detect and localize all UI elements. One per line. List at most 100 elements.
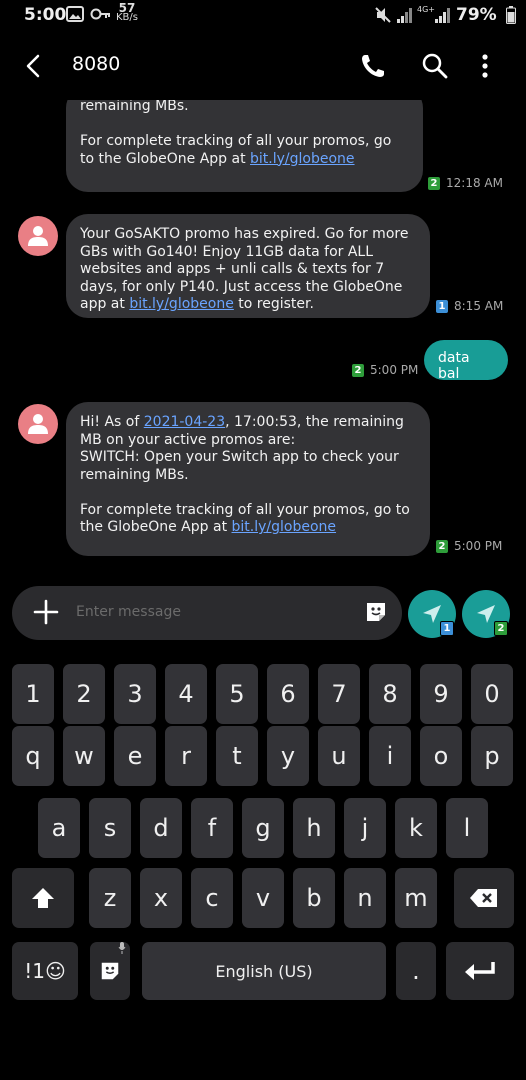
key-label: 9	[433, 680, 449, 708]
sim-badge: 2	[436, 539, 448, 553]
key-d[interactable]: d	[140, 798, 182, 858]
key-u[interactable]: u	[318, 726, 360, 786]
key-label: b	[306, 884, 322, 912]
key-p[interactable]: p	[471, 726, 513, 786]
key-label: i	[386, 742, 394, 770]
key-x[interactable]: x	[140, 868, 182, 928]
key-h[interactable]: h	[293, 798, 335, 858]
key-n[interactable]: n	[344, 868, 386, 928]
signal-icon	[397, 8, 412, 23]
key-label: j	[361, 814, 369, 842]
message-list[interactable]: remaining MBs. For complete tracking of …	[0, 100, 526, 572]
avatar[interactable]	[18, 404, 58, 444]
key-label: d	[153, 814, 169, 842]
key-label: q	[25, 742, 41, 770]
key-q[interactable]: q	[12, 726, 54, 786]
key-a[interactable]: a	[38, 798, 80, 858]
message-input[interactable]	[76, 600, 346, 624]
key-f[interactable]: f	[191, 798, 233, 858]
add-attachment-icon[interactable]	[32, 598, 60, 626]
phone-icon[interactable]	[358, 51, 388, 81]
key-m[interactable]: m	[395, 868, 437, 928]
signal-icon-2	[435, 8, 450, 23]
network-speed: 57 KB/s	[116, 2, 138, 23]
key-s[interactable]: s	[89, 798, 131, 858]
key-label: 7	[331, 680, 347, 708]
key-t[interactable]: t	[216, 726, 258, 786]
send-button-sim1[interactable]: 1	[408, 590, 456, 638]
message-text-part: Hi! As of	[80, 414, 144, 430]
key-9[interactable]: 9	[420, 664, 462, 724]
key-label: z	[103, 884, 117, 912]
battery-icon	[506, 6, 516, 24]
avatar[interactable]	[18, 216, 58, 256]
key-label: 3	[127, 680, 143, 708]
more-options-icon[interactable]	[470, 51, 500, 81]
key-label: m	[404, 884, 428, 912]
key-3[interactable]: 3	[114, 664, 156, 724]
sticker-icon[interactable]	[364, 600, 388, 624]
key-g[interactable]: g	[242, 798, 284, 858]
message-link[interactable]: bit.ly/globeone	[129, 296, 234, 312]
incoming-message-bubble[interactable]: remaining MBs. For complete tracking of …	[66, 100, 423, 192]
key-j[interactable]: j	[344, 798, 386, 858]
key-label: x	[153, 884, 169, 912]
key-label: a	[51, 814, 67, 842]
key-1[interactable]: 1	[12, 664, 54, 724]
key-label: r	[181, 742, 191, 770]
shift-key[interactable]	[12, 868, 74, 928]
message-meta: 2 5:00 PM	[352, 363, 418, 377]
key-4[interactable]: 4	[165, 664, 207, 724]
incoming-message-bubble[interactable]: Your GoSAKTO promo has expired. Go for m…	[66, 214, 430, 318]
key-y[interactable]: y	[267, 726, 309, 786]
key-label: p	[484, 742, 500, 770]
enter-key[interactable]	[446, 942, 514, 1000]
sim-badge: 1	[440, 621, 454, 636]
key-label: h	[306, 814, 322, 842]
message-time: 8:15 AM	[454, 299, 504, 313]
message-text: Your GoSAKTO promo has expired. Go for m…	[80, 226, 416, 314]
gallery-icon	[66, 6, 84, 22]
keyboard: 1234567890 qwertyuiop asdfghjkl zxcvbnm …	[0, 654, 526, 1080]
message-link[interactable]: bit.ly/globeone	[250, 151, 355, 167]
key-v[interactable]: v	[242, 868, 284, 928]
key-l[interactable]: l	[446, 798, 488, 858]
message-meta: 1 8:15 AM	[436, 299, 503, 313]
key-c[interactable]: c	[191, 868, 233, 928]
message-time: 5:00 PM	[454, 539, 503, 553]
search-icon[interactable]	[420, 51, 450, 81]
key-e[interactable]: e	[114, 726, 156, 786]
period-key-label: .	[412, 957, 420, 985]
key-b[interactable]: b	[293, 868, 335, 928]
key-k[interactable]: k	[395, 798, 437, 858]
message-date-link[interactable]: 2021-04-23	[144, 414, 225, 430]
key-r[interactable]: r	[165, 726, 207, 786]
sim-badge: 1	[436, 299, 448, 313]
outgoing-message-bubble[interactable]: data bal	[424, 340, 508, 382]
backspace-key[interactable]	[454, 868, 514, 928]
key-z[interactable]: z	[89, 868, 131, 928]
sim-badge: 2	[428, 176, 440, 190]
key-o[interactable]: o	[420, 726, 462, 786]
symbols-key[interactable]: !1☺	[12, 942, 78, 1000]
key-i[interactable]: i	[369, 726, 411, 786]
space-key[interactable]: English (US)	[142, 942, 386, 1000]
message-text-part: , 17:00:53, the remaining MB on your act…	[80, 414, 410, 535]
sim-badge: 2	[352, 363, 364, 377]
back-icon[interactable]	[20, 52, 48, 80]
send-button-sim2[interactable]: 2	[462, 590, 510, 638]
key-0[interactable]: 0	[471, 664, 513, 724]
key-label: u	[331, 742, 347, 770]
key-w[interactable]: w	[63, 726, 105, 786]
key-label: e	[127, 742, 143, 770]
key-7[interactable]: 7	[318, 664, 360, 724]
incoming-message-bubble[interactable]: Hi! As of 2021-04-23, 17:00:53, the rema…	[66, 402, 430, 556]
message-link[interactable]: bit.ly/globeone	[232, 519, 337, 535]
key-6[interactable]: 6	[267, 664, 309, 724]
key-8[interactable]: 8	[369, 664, 411, 724]
conversation-title: 8080	[72, 53, 121, 75]
key-2[interactable]: 2	[63, 664, 105, 724]
period-key[interactable]: .	[396, 942, 436, 1000]
key-icon	[90, 8, 110, 20]
key-5[interactable]: 5	[216, 664, 258, 724]
